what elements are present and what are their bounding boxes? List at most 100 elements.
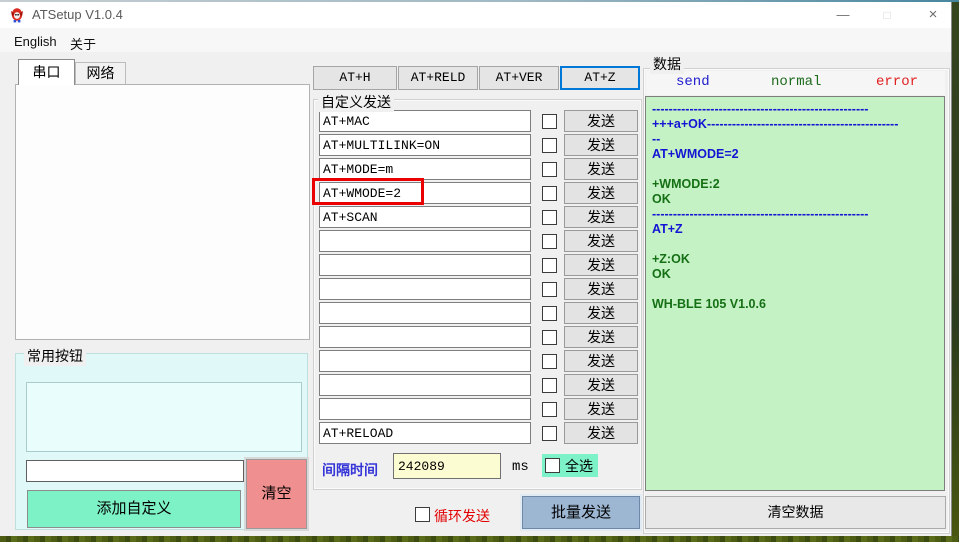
app-icon bbox=[11, 8, 23, 23]
menubar: English 关于 bbox=[0, 28, 951, 52]
send-button[interactable]: 发送 bbox=[564, 278, 638, 300]
command-row: 发送 bbox=[319, 326, 638, 348]
at-ver-button[interactable]: AT+VER bbox=[479, 66, 559, 90]
command-row: 发送 bbox=[319, 398, 638, 420]
row-checkbox[interactable] bbox=[542, 305, 557, 321]
row-checkbox[interactable] bbox=[542, 113, 557, 129]
command-input[interactable] bbox=[319, 158, 531, 180]
command-row: 发送 bbox=[319, 278, 638, 300]
custom-send-title: 自定义发送 bbox=[318, 92, 394, 112]
interval-unit: ms bbox=[512, 459, 529, 475]
interval-label: 间隔时间 bbox=[322, 462, 378, 478]
row-checkbox[interactable] bbox=[542, 353, 557, 369]
legend-normal: normal bbox=[771, 74, 822, 90]
log-line: AT+WMODE=2 bbox=[652, 147, 739, 161]
titlebar: ATSetup V1.0.4 — □ × bbox=[0, 2, 951, 28]
command-input[interactable] bbox=[319, 254, 531, 276]
command-row: 发送 bbox=[319, 302, 638, 324]
command-input[interactable] bbox=[319, 350, 531, 372]
log-line: OK bbox=[652, 267, 671, 281]
row-checkbox[interactable] bbox=[542, 377, 557, 393]
command-input[interactable] bbox=[319, 398, 531, 420]
at-h-button[interactable]: AT+H bbox=[313, 66, 397, 90]
row-checkbox[interactable] bbox=[542, 329, 557, 345]
serial-tab-page bbox=[15, 84, 310, 340]
command-input[interactable] bbox=[319, 374, 531, 396]
app-window: ATSetup V1.0.4 — □ × English 关于 串口 网络 串口… bbox=[0, 2, 952, 536]
legend-error: error bbox=[876, 74, 919, 90]
row-checkbox[interactable] bbox=[542, 185, 557, 201]
custom-name-input[interactable] bbox=[26, 460, 244, 482]
send-button[interactable]: 发送 bbox=[564, 158, 638, 180]
row-checkbox[interactable] bbox=[542, 137, 557, 153]
add-custom-button[interactable]: 添加自定义 bbox=[27, 490, 241, 528]
send-button[interactable]: 发送 bbox=[564, 422, 638, 444]
command-row: 发送 bbox=[319, 374, 638, 396]
log-line: AT+Z bbox=[652, 222, 683, 236]
tab-network[interactable]: 网络 bbox=[75, 62, 126, 85]
row-checkbox[interactable] bbox=[542, 233, 557, 249]
desktop-background bbox=[0, 536, 959, 542]
tab-serial[interactable]: 串口 bbox=[18, 59, 75, 85]
select-all-label: 全选 bbox=[565, 457, 593, 474]
clear-data-button[interactable]: 清空数据 bbox=[645, 496, 946, 529]
send-button[interactable]: 发送 bbox=[564, 230, 638, 252]
command-row: 发送 bbox=[319, 206, 638, 228]
loop-send-checkbox[interactable] bbox=[415, 507, 430, 522]
row-checkbox[interactable] bbox=[542, 281, 557, 297]
clear-common-button[interactable]: 清空 bbox=[246, 459, 307, 529]
select-all-checkbox[interactable] bbox=[545, 458, 560, 473]
command-input[interactable] bbox=[319, 110, 531, 132]
menu-english[interactable]: English bbox=[10, 32, 61, 51]
send-button[interactable]: 发送 bbox=[564, 206, 638, 228]
command-row: 发送 bbox=[319, 422, 638, 444]
data-log[interactable]: ----------------------------------------… bbox=[645, 96, 945, 491]
loop-send-label: 循环发送 bbox=[434, 508, 490, 524]
log-line: -- bbox=[652, 132, 661, 146]
at-z-button[interactable]: AT+Z bbox=[560, 66, 640, 90]
window-title: ATSetup V1.0.4 bbox=[32, 7, 123, 22]
select-all-group: 全选 bbox=[542, 454, 598, 477]
data-title: 数据 bbox=[650, 54, 684, 74]
row-checkbox[interactable] bbox=[542, 209, 557, 225]
log-line: ----------------------------------------… bbox=[652, 207, 869, 221]
command-input[interactable] bbox=[319, 230, 531, 252]
send-button[interactable]: 发送 bbox=[564, 350, 638, 372]
send-button[interactable]: 发送 bbox=[564, 254, 638, 276]
row-checkbox[interactable] bbox=[542, 425, 557, 441]
send-button[interactable]: 发送 bbox=[564, 302, 638, 324]
command-row: 发送 bbox=[319, 350, 638, 372]
menu-about[interactable]: 关于 bbox=[66, 32, 100, 55]
row-checkbox[interactable] bbox=[542, 161, 557, 177]
command-input[interactable] bbox=[319, 302, 531, 324]
log-line: WH-BLE 105 V1.0.6 bbox=[652, 297, 766, 311]
batch-send-button[interactable]: 批量发送 bbox=[522, 496, 640, 529]
command-input[interactable] bbox=[319, 422, 531, 444]
send-button[interactable]: 发送 bbox=[564, 398, 638, 420]
command-input[interactable] bbox=[319, 206, 531, 228]
maximize-button[interactable]: □ bbox=[870, 2, 904, 28]
interval-input[interactable] bbox=[393, 453, 501, 479]
command-row: 发送 bbox=[319, 158, 638, 180]
send-button[interactable]: 发送 bbox=[564, 374, 638, 396]
close-button[interactable]: × bbox=[916, 2, 950, 28]
command-row: 发送 bbox=[319, 134, 638, 156]
minimize-button[interactable]: — bbox=[826, 2, 860, 28]
legend-send: send bbox=[676, 74, 710, 90]
command-input[interactable] bbox=[319, 134, 531, 156]
command-row: 发送 bbox=[319, 110, 638, 132]
common-buttons-list[interactable] bbox=[26, 382, 302, 452]
send-button[interactable]: 发送 bbox=[564, 326, 638, 348]
send-button[interactable]: 发送 bbox=[564, 134, 638, 156]
command-input[interactable] bbox=[319, 278, 531, 300]
command-input[interactable] bbox=[319, 326, 531, 348]
row-checkbox[interactable] bbox=[542, 257, 557, 273]
at-reld-button[interactable]: AT+RELD bbox=[398, 66, 478, 90]
command-row: 发送 bbox=[319, 230, 638, 252]
send-button[interactable]: 发送 bbox=[564, 110, 638, 132]
send-button[interactable]: 发送 bbox=[564, 182, 638, 204]
row-checkbox[interactable] bbox=[542, 401, 557, 417]
